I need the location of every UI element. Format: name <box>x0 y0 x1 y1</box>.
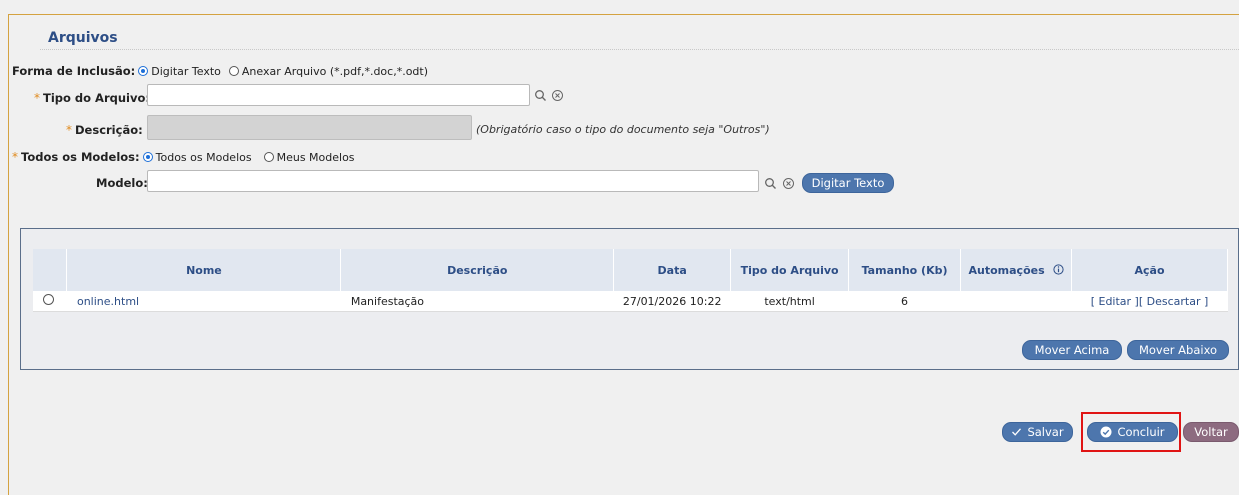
section-divider <box>40 49 1239 50</box>
mover-acima-button[interactable]: Mover Acima <box>1022 340 1122 360</box>
descartar-link[interactable]: [ Descartar ] <box>1139 295 1208 308</box>
inclusion-opt2-label: Anexar Arquivo (*.pdf,*.doc,*.odt) <box>241 64 429 78</box>
todos-row: * Todos os Modelos: Todos os Modelos Meus… <box>12 150 355 164</box>
inclusion-row: Forma de Inclusão: Digitar Texto Anexar … <box>12 64 428 78</box>
todos-option-todos[interactable]: Todos os Modelos <box>142 150 252 164</box>
tipo-arquivo-input[interactable] <box>147 84 530 106</box>
inclusion-opt1-label: Digitar Texto <box>151 64 221 78</box>
descricao-hint: (Obrigatório caso o tipo do documento se… <box>476 123 770 136</box>
check-icon <box>1012 428 1022 436</box>
editar-link[interactable]: [ Editar ] <box>1091 295 1139 308</box>
required-mark: * <box>12 150 18 164</box>
radio-anexar-arquivo[interactable] <box>228 66 239 76</box>
row-tamanho: 6 <box>848 291 961 312</box>
files-table: Nome Descrição Data Tipo do Arquivo Tama… <box>33 249 1228 312</box>
voltar-button[interactable]: Voltar <box>1183 422 1239 442</box>
row-nome: online.html <box>66 291 341 312</box>
required-mark: * <box>66 123 72 137</box>
table-row: online.html Manifestação 27/01/2026 10:2… <box>33 291 1228 312</box>
header-descricao: Descrição <box>340 249 615 291</box>
todos-opt2-label: Meus Modelos <box>276 150 355 164</box>
clear-icon[interactable] <box>551 89 564 105</box>
row-acao: [ Editar ][ Descartar ] <box>1071 291 1228 312</box>
clear-icon[interactable] <box>782 177 795 193</box>
inclusion-option-anexar[interactable]: Anexar Arquivo (*.pdf,*.doc,*.odt) <box>228 64 429 78</box>
todos-opt1-label: Todos os Modelos <box>155 150 252 164</box>
row-descricao: Manifestação <box>340 291 614 312</box>
todos-option-meus[interactable]: Meus Modelos <box>263 150 355 164</box>
search-icon[interactable] <box>534 89 547 105</box>
header-acao: Ação <box>1071 249 1228 291</box>
row-select-radio[interactable] <box>43 294 54 305</box>
radio-meus-modelos[interactable] <box>263 152 274 162</box>
row-data: 27/01/2026 10:22 <box>613 291 731 312</box>
descricao-label-row: * Descrição: <box>66 123 143 137</box>
inclusion-option-digitar[interactable]: Digitar Texto <box>138 65 221 78</box>
modelo-label-row: Modelo: <box>96 176 148 190</box>
todos-label: Todos os Modelos: <box>21 150 140 164</box>
descricao-input <box>147 115 472 140</box>
required-mark: * <box>34 91 40 105</box>
table-header-row: Nome Descrição Data Tipo do Arquivo Tama… <box>33 249 1228 291</box>
header-automacoes: Automações <box>960 249 1072 291</box>
header-nome: Nome <box>66 249 342 291</box>
header-automacoes-label: Automações <box>968 263 1045 277</box>
modelo-input[interactable] <box>147 170 759 192</box>
header-select <box>33 249 68 291</box>
salvar-label: Salvar <box>1027 425 1064 439</box>
header-tamanho: Tamanho (Kb) <box>848 249 962 291</box>
modelo-label: Modelo: <box>96 176 148 190</box>
highlight-box <box>1081 412 1181 452</box>
row-tipo: text/html <box>730 291 849 312</box>
radio-digitar-texto[interactable] <box>138 66 149 76</box>
inclusion-label: Forma de Inclusão: <box>12 64 136 78</box>
row-automacoes <box>960 291 1072 312</box>
descricao-label: Descrição: <box>75 123 143 137</box>
info-icon[interactable] <box>1052 263 1064 275</box>
tipo-label: Tipo do Arquivo: <box>43 91 150 105</box>
header-data: Data <box>613 249 732 291</box>
row-select-cell <box>33 291 67 312</box>
tipo-label-row: * Tipo do Arquivo: <box>34 91 150 105</box>
section-title: Arquivos <box>48 30 118 46</box>
search-icon[interactable] <box>764 177 777 193</box>
salvar-button[interactable]: Salvar <box>1002 422 1073 442</box>
digitar-texto-button[interactable]: Digitar Texto <box>802 173 894 193</box>
radio-todos-modelos[interactable] <box>142 152 153 162</box>
file-link[interactable]: online.html <box>77 295 139 308</box>
header-tipo: Tipo do Arquivo <box>730 249 850 291</box>
mover-abaixo-button[interactable]: Mover Abaixo <box>1127 340 1229 360</box>
